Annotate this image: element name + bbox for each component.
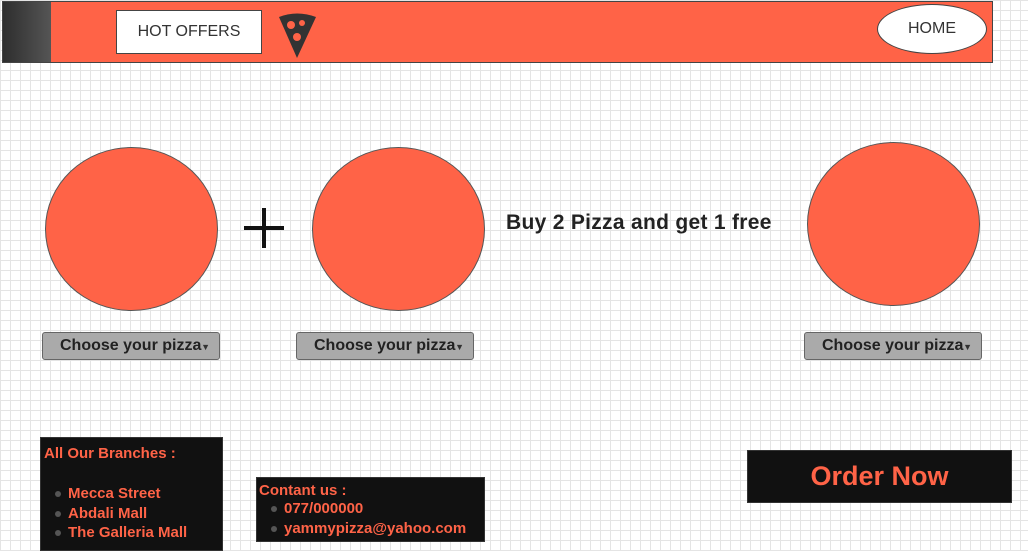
pizza-select-free[interactable]: Choose your pizza ▼: [804, 332, 982, 360]
branch-name: The Galleria Mall: [68, 524, 188, 541]
list-item: The Galleria Mall: [44, 523, 222, 543]
list-item: 077/000000: [259, 499, 484, 519]
pizza-select-label: Choose your pizza: [822, 337, 964, 354]
pizza-image-1: [45, 147, 218, 311]
branches-title: All Our Branches :: [44, 445, 176, 462]
order-now-button[interactable]: Order Now: [747, 450, 1012, 503]
bullet-icon: [271, 506, 277, 512]
bullet-icon: [55, 530, 61, 536]
branch-name: Mecca Street: [68, 485, 161, 502]
promo-text: Buy 2 Pizza and get 1 free: [506, 211, 772, 234]
bullet-icon: [271, 525, 277, 532]
branches-panel: All Our Branches : Mecca Street Abdali M…: [40, 437, 223, 551]
branch-name: Abdali Mall: [68, 504, 148, 522]
branches-list: Mecca Street Abdali Mall The Galleria Ma…: [44, 484, 222, 543]
bullet-icon: [55, 491, 61, 497]
list-item: yammypizza@yahoo.com: [259, 519, 484, 539]
pizza-select-label: Choose your pizza: [60, 337, 202, 354]
dropdown-arrow-icon: ▼: [963, 342, 972, 352]
pizza-slice-icon: [279, 13, 316, 58]
pizza-select-2[interactable]: Choose your pizza ▼: [296, 332, 474, 360]
contact-phone: 077/000000: [284, 500, 364, 517]
dropdown-arrow-icon: ▼: [455, 342, 464, 352]
contact-panel: Contant us : 077/000000 yammypizza@yahoo…: [256, 477, 485, 542]
hot-offers-button[interactable]: HOT OFFERS: [116, 10, 262, 54]
contact-list: 077/000000 yammypizza@yahoo.com: [259, 499, 484, 538]
bullet-icon: [55, 510, 61, 517]
header-dark-block: [3, 2, 51, 62]
list-item: Abdali Mall: [44, 504, 222, 524]
pizza-image-2: [312, 147, 485, 311]
contact-title: Contant us :: [259, 482, 347, 499]
pizza-select-1[interactable]: Choose your pizza ▼: [42, 332, 220, 360]
plus-icon: [244, 208, 284, 248]
pizza-select-label: Choose your pizza: [314, 337, 456, 354]
header-bar: HOT OFFERS HOME: [2, 1, 993, 63]
pizza-image-free: [807, 142, 980, 306]
dropdown-arrow-icon: ▼: [201, 342, 210, 352]
home-button[interactable]: HOME: [877, 4, 987, 54]
list-item: Mecca Street: [44, 484, 222, 504]
contact-email: yammypizza@yahoo.com: [284, 519, 467, 537]
